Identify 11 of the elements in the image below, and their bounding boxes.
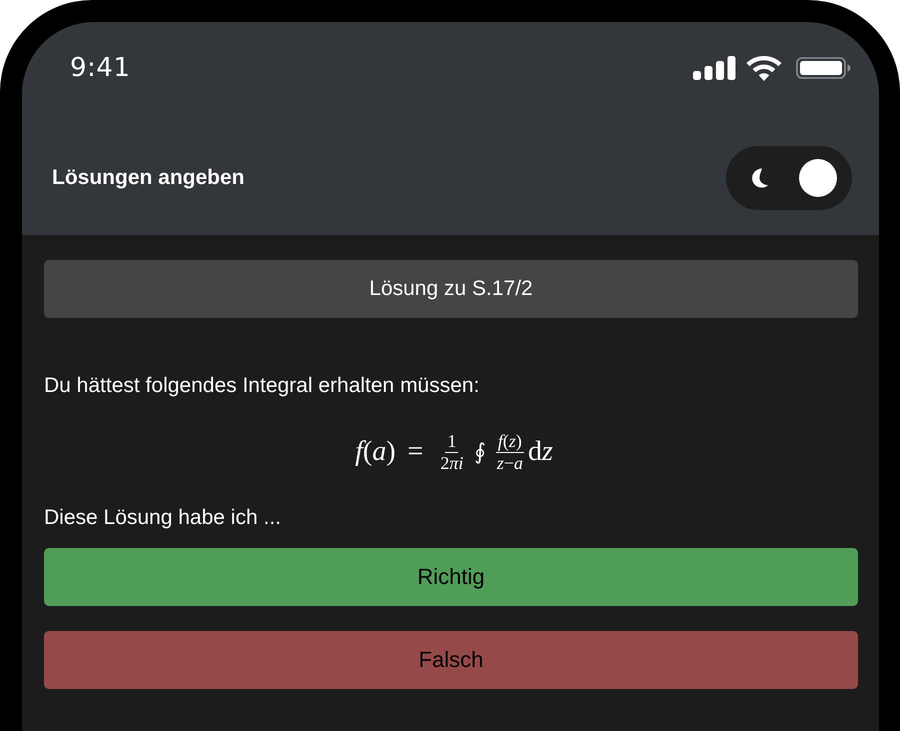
battery-icon xyxy=(796,57,851,79)
correct-button[interactable]: Richtig xyxy=(44,548,858,606)
question-text: Diese Lösung habe ich ... xyxy=(44,506,282,530)
prompt-text: Du hättest folgendes Integral erhalten müssen: xyxy=(44,374,480,398)
wifi-icon xyxy=(746,56,782,80)
page-title: Lösungen angeben xyxy=(52,166,245,190)
solution-button[interactable]: Lösung zu S.17/2 xyxy=(44,260,858,318)
toggle-knob xyxy=(799,159,837,197)
signal-icon xyxy=(693,56,736,80)
status-time: 9:41 xyxy=(70,53,130,83)
wrong-button[interactable]: Falsch xyxy=(44,631,858,689)
